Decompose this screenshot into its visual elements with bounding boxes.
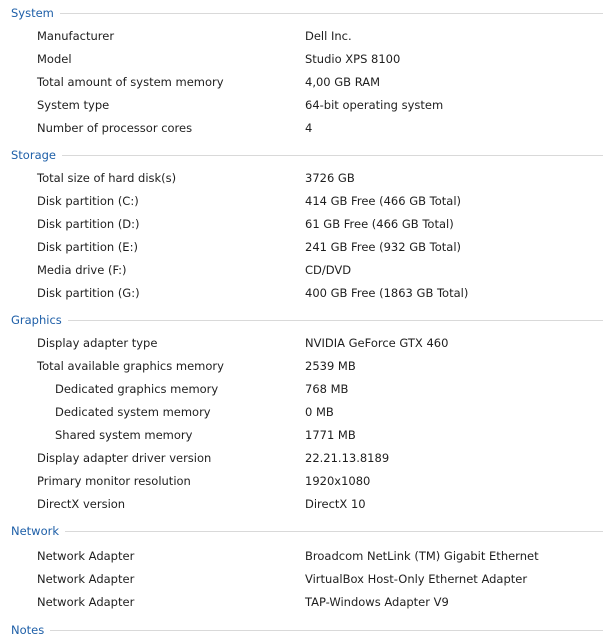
property-row: Total size of hard disk(s) 3726 GB [0, 167, 603, 190]
property-value: 64-bit operating system [305, 98, 444, 112]
section-system: System Manufacturer Dell Inc. Model Studio X… [0, 4, 603, 142]
property-value: 61 GB Free (466 GB Total) [305, 217, 454, 231]
property-row: Number of processor cores 4 [0, 117, 603, 140]
property-row: System type 64-bit operating system [0, 94, 603, 117]
property-row: Primary monitor resolution 1920x1080 [0, 470, 603, 493]
property-label: Disk partition (C:) [37, 194, 139, 208]
section-title: Storage [11, 146, 62, 164]
property-label: Network Adapter [37, 595, 135, 609]
property-value: 2539 MB [305, 359, 356, 373]
section-network: Network Network Adapter Broadcom NetLink (… [0, 522, 603, 616]
property-row: Network Adapter TAP-Windows Adapter V9 [0, 591, 603, 614]
property-row: Dedicated system memory 0 MB [0, 401, 603, 424]
property-row: Total available graphics memory 2539 MB [0, 355, 603, 378]
property-label: Total available graphics memory [37, 359, 224, 373]
property-value: CD/DVD [305, 263, 352, 277]
section-title: Network [11, 522, 66, 540]
section-header: System [0, 4, 603, 22]
section-divider [11, 155, 603, 156]
property-value: 241 GB Free (932 GB Total) [305, 240, 462, 254]
property-label: Media drive (F:) [37, 263, 127, 277]
property-label: Shared system memory [55, 428, 193, 442]
property-label: Primary monitor resolution [37, 474, 191, 488]
property-label: Model [37, 52, 72, 66]
property-row: Network Adapter Broadcom NetLink (TM) Gig… [0, 545, 603, 568]
property-row: DirectX version DirectX 10 [0, 493, 603, 516]
section-divider [11, 531, 603, 532]
property-label: Total size of hard disk(s) [37, 171, 177, 185]
property-label: DirectX version [37, 497, 126, 511]
property-label: Manufacturer [37, 29, 115, 43]
property-label: Total amount of system memory [37, 75, 224, 89]
property-row: Disk partition (D:) 61 GB Free (466 GB To… [0, 213, 603, 236]
property-value: 1771 MB [305, 428, 356, 442]
property-label: Network Adapter [37, 572, 135, 586]
property-row: Display adapter type NVIDIA GeForce GTX 4… [0, 332, 603, 355]
property-row: Total amount of system memory 4,00 GB RAM [0, 71, 603, 94]
property-label: Dedicated graphics memory [55, 382, 219, 396]
property-label: Network Adapter [37, 549, 135, 563]
property-value: 3726 GB [305, 171, 355, 185]
property-row: Network Adapter VirtualBox Host-Only Ethe… [0, 568, 603, 591]
property-list: Manufacturer Dell Inc. Model Studio XPS 810… [0, 22, 603, 142]
property-label: Disk partition (G:) [37, 286, 140, 300]
section-divider [11, 13, 603, 14]
section-header: Graphics [0, 311, 603, 329]
property-value: 0 MB [305, 405, 334, 419]
section-header: Storage [0, 146, 603, 164]
property-value: 414 GB Free (466 GB Total) [305, 194, 462, 208]
property-list: Display adapter type NVIDIA GeForce GTX 4… [0, 329, 603, 518]
property-value: Studio XPS 8100 [305, 52, 401, 66]
property-row: Dedicated graphics memory 768 MB [0, 378, 603, 401]
property-value: Broadcom NetLink (TM) Gigabit Ethernet [305, 549, 539, 563]
section-title: Notes [11, 621, 51, 639]
section-header: Notes [0, 621, 603, 639]
property-value: 400 GB Free (1863 GB Total) [305, 286, 469, 300]
property-value: 4 [305, 121, 313, 135]
section-notes: Notes [0, 621, 603, 644]
property-list [0, 639, 603, 644]
section-title: Graphics [11, 311, 68, 329]
property-row: Model Studio XPS 8100 [0, 48, 603, 71]
property-row: Manufacturer Dell Inc. [0, 25, 603, 48]
property-value: DirectX 10 [305, 497, 366, 511]
section-divider [11, 320, 603, 321]
section-storage: Storage Total size of hard disk(s) 3726 GB… [0, 146, 603, 307]
property-list: Total size of hard disk(s) 3726 GB Disk pa… [0, 164, 603, 307]
property-value: Dell Inc. [305, 29, 352, 43]
property-row: Media drive (F:) CD/DVD [0, 259, 603, 282]
section-divider [11, 630, 603, 631]
property-row: Shared system memory 1771 MB [0, 424, 603, 447]
section-header: Network [0, 522, 603, 540]
property-row: Disk partition (C:) 414 GB Free (466 GB T… [0, 190, 603, 213]
property-value: 4,00 GB RAM [305, 75, 381, 89]
property-list: Network Adapter Broadcom NetLink (TM) Gig… [0, 540, 603, 616]
property-label: System type [37, 98, 110, 112]
property-row: Disk partition (G:) 400 GB Free (1863 GB … [0, 282, 603, 305]
property-label: Number of processor cores [37, 121, 193, 135]
property-value: NVIDIA GeForce GTX 460 [305, 336, 449, 350]
section-title: System [11, 4, 60, 22]
property-row: Display adapter driver version 22.21.13.8… [0, 447, 603, 470]
property-label: Display adapter type [37, 336, 158, 350]
property-value: TAP-Windows Adapter V9 [305, 595, 449, 609]
property-label: Disk partition (D:) [37, 217, 140, 231]
property-value: 22.21.13.8189 [305, 451, 390, 465]
section-graphics: Graphics Display adapter type NVIDIA GeFor… [0, 311, 603, 518]
property-value: VirtualBox Host-Only Ethernet Adapter [305, 572, 528, 586]
system-details-report: System Manufacturer Dell Inc. Model Studio X… [0, 4, 603, 644]
property-value: 768 MB [305, 382, 349, 396]
property-value: 1920x1080 [305, 474, 371, 488]
property-label: Dedicated system memory [55, 405, 211, 419]
property-row: Disk partition (E:) 241 GB Free (932 GB T… [0, 236, 603, 259]
property-label: Disk partition (E:) [37, 240, 138, 254]
property-label: Display adapter driver version [37, 451, 212, 465]
